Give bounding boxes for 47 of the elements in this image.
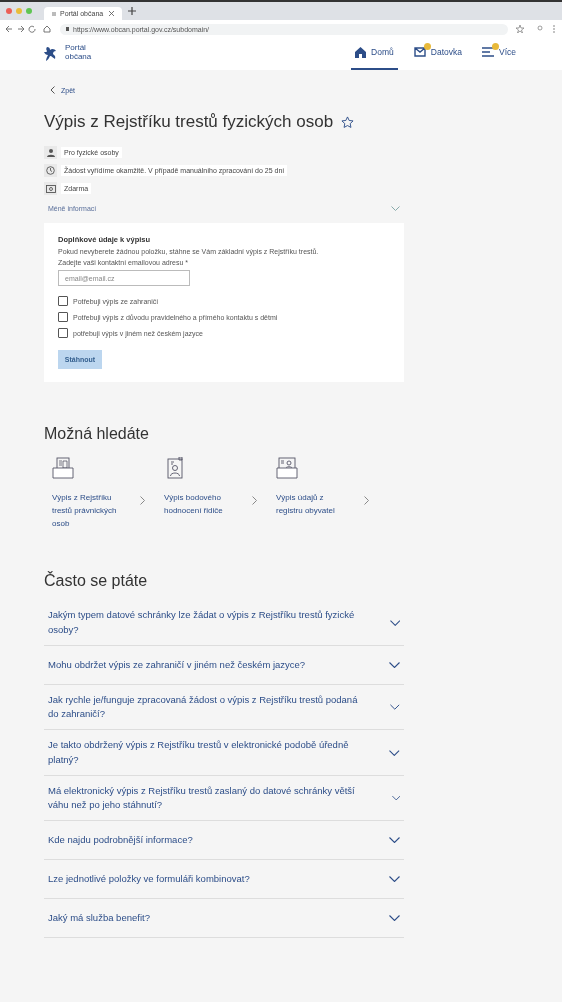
chevron-down-icon [389, 876, 400, 883]
id-card-icon [164, 457, 186, 479]
faq-item[interactable]: Jakým typem datové schránky lze žádat o výpis z Rejstříku trestů fyzické osoby? [44, 604, 404, 646]
chevron-down-icon [389, 661, 400, 668]
nav-link[interactable]: Datovka [409, 36, 466, 70]
nav-link[interactable]: Domů [351, 36, 398, 70]
related-service-link[interactable]: Výpis bodového hodnocení řidiče [164, 457, 276, 531]
new-tab-icon[interactable] [128, 7, 136, 15]
faq-item[interactable]: Mohu obdržet výpis ze zahraničí v jiném než českém jazyce? [44, 645, 404, 685]
chevron-right-icon [140, 496, 145, 505]
chevron-down-icon [391, 206, 400, 211]
faq-item[interactable]: Jak rychle je/funguje zpracovaná žádost o výpis z Rejstříku trestů podaná do zahraničí? [44, 684, 404, 731]
page-title: Výpis z Rejstříku trestů fyzických osob [44, 112, 334, 132]
section-heading: Často se ptáte [44, 572, 149, 591]
person-folder-icon [276, 457, 298, 479]
navigation-icons[interactable] [6, 25, 52, 33]
chevron-right-icon [364, 496, 369, 505]
clock-icon [46, 166, 55, 175]
chevron-down-icon [389, 619, 400, 626]
document-folder-icon [52, 457, 74, 479]
logo-text[interactable]: Portál občana [65, 44, 95, 62]
faq-item[interactable]: Lze jednotlivé položky ve formuláři kombinovat? [44, 860, 404, 900]
chevron-down-icon [389, 837, 400, 844]
chevron-down-icon [390, 704, 400, 711]
related-service-link[interactable]: Výpis z Rejstříku trestů právnických osob [52, 457, 164, 531]
checkbox[interactable] [58, 312, 68, 322]
faq-item[interactable]: Má elektronický výpis z Rejstříku trestů zaslaný do datové schránky větší váhu než po jeho stáhnutí? [44, 775, 404, 822]
faq-item[interactable]: Je takto obdržený výpis z Rejstříku trestů v elektronické podobě úředně platný? [44, 730, 404, 776]
chevron-right-icon [252, 496, 257, 505]
related-service-link[interactable]: Výpis údajů z registru obyvatel [276, 457, 388, 531]
chevron-down-icon [391, 795, 400, 802]
checkbox[interactable] [58, 328, 68, 338]
person-icon [46, 148, 55, 157]
star-icon[interactable] [341, 115, 355, 129]
nav-link[interactable]: Více [478, 36, 520, 70]
chevron-down-icon [389, 749, 400, 756]
checkbox[interactable] [58, 296, 68, 306]
faq-item[interactable]: Kde najdu podrobnější informace? [44, 821, 404, 861]
close-icon[interactable] [109, 11, 114, 16]
section-heading: Možná hledáte [44, 425, 150, 443]
envelope-icon [413, 47, 426, 57]
chevron-down-icon [389, 915, 400, 922]
banknote-icon [45, 184, 56, 193]
faq-item[interactable]: Jaký má služba benefit? [44, 899, 404, 939]
home-icon [355, 46, 367, 58]
menu-icon [482, 47, 494, 57]
chevron-left-icon [50, 86, 55, 94]
